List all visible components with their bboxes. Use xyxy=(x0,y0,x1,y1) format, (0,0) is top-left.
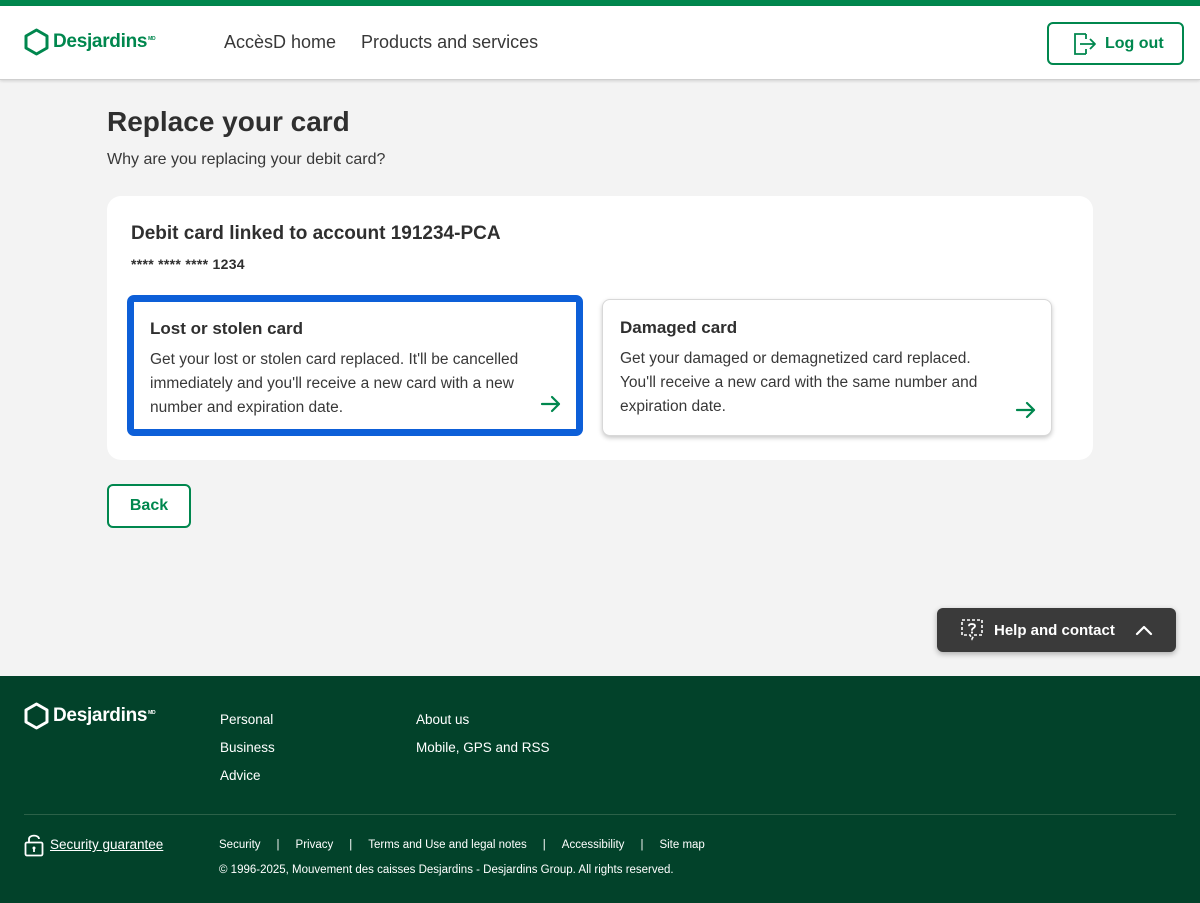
card-panel: Debit card linked to account 191234-PCA … xyxy=(107,196,1093,460)
footer-legal-links: Security | Privacy | Terms and Use and l… xyxy=(219,839,705,851)
lost-stolen-option[interactable]: Lost or stolen card Get your lost or sto… xyxy=(127,295,583,436)
footer-link-personal[interactable]: Personal xyxy=(220,712,275,728)
footer-link-security[interactable]: Security xyxy=(219,839,261,851)
security-guarantee-link[interactable]: Security guarantee xyxy=(50,837,163,852)
arrow-right-icon xyxy=(1015,401,1036,419)
help-question-icon xyxy=(961,619,983,641)
help-contact-button[interactable]: Help and contact xyxy=(937,608,1176,652)
page-subtitle: Why are you replacing your debit card? xyxy=(107,151,386,168)
nav-accesd-home[interactable]: AccèsD home xyxy=(224,32,336,53)
logout-icon xyxy=(1074,32,1096,55)
site-footer: DesjardinsMD Personal Business Advice Ab… xyxy=(0,676,1200,903)
footer-logo-wordmark: DesjardinsMD xyxy=(53,705,156,726)
option-description: Get your damaged or demagnetized card re… xyxy=(620,350,978,415)
footer-column-1: Personal Business Advice xyxy=(220,712,275,784)
chevron-up-icon xyxy=(1135,625,1152,636)
desjardins-logo[interactable]: DesjardinsMD xyxy=(24,28,156,56)
desjardins-hexagon-icon xyxy=(24,702,49,730)
security-guarantee[interactable]: Security guarantee xyxy=(24,832,163,857)
link-separator: | xyxy=(276,839,280,851)
footer-divider xyxy=(24,814,1176,815)
option-title: Lost or stolen card xyxy=(150,319,304,338)
footer-link-accessibility[interactable]: Accessibility xyxy=(562,839,625,851)
lock-icon xyxy=(24,834,44,857)
option-description: Get your lost or stolen card replaced. I… xyxy=(150,351,519,416)
arrow-right-icon xyxy=(540,395,561,413)
footer-link-privacy[interactable]: Privacy xyxy=(296,839,334,851)
back-button[interactable]: Back xyxy=(107,484,191,528)
copyright-text: © 1996-2025, Mouvement des caisses Desja… xyxy=(219,864,674,876)
desjardins-hexagon-icon xyxy=(24,28,49,56)
help-label: Help and contact xyxy=(994,621,1115,639)
footer-column-2: About us Mobile, GPS and RSS xyxy=(416,712,550,756)
footer-link-terms[interactable]: Terms and Use and legal notes xyxy=(368,839,527,851)
footer-link-business[interactable]: Business xyxy=(220,740,275,756)
link-separator: | xyxy=(640,839,644,851)
damaged-option[interactable]: Damaged card Get your damaged or demagne… xyxy=(602,299,1052,436)
site-header: DesjardinsMD AccèsD home Products and se… xyxy=(0,6,1200,80)
link-separator: | xyxy=(349,839,353,851)
main-nav: AccèsD home Products and services xyxy=(224,32,538,53)
footer-logo[interactable]: DesjardinsMD xyxy=(24,702,156,730)
footer-link-mobile[interactable]: Mobile, GPS and RSS xyxy=(416,740,550,756)
link-separator: | xyxy=(542,839,546,851)
footer-link-advice[interactable]: Advice xyxy=(220,768,275,784)
footer-link-about[interactable]: About us xyxy=(416,712,550,728)
logo-wordmark: DesjardinsMD xyxy=(53,31,156,52)
card-number: **** **** **** 1234 xyxy=(131,256,245,272)
logout-button[interactable]: Log out xyxy=(1047,22,1184,65)
account-title: Debit card linked to account 191234-PCA xyxy=(131,223,501,244)
page-title: Replace your card xyxy=(107,106,350,137)
nav-products-services[interactable]: Products and services xyxy=(361,32,538,53)
footer-link-sitemap[interactable]: Site map xyxy=(659,839,704,851)
logout-label: Log out xyxy=(1105,34,1164,52)
option-title: Damaged card xyxy=(620,318,738,337)
